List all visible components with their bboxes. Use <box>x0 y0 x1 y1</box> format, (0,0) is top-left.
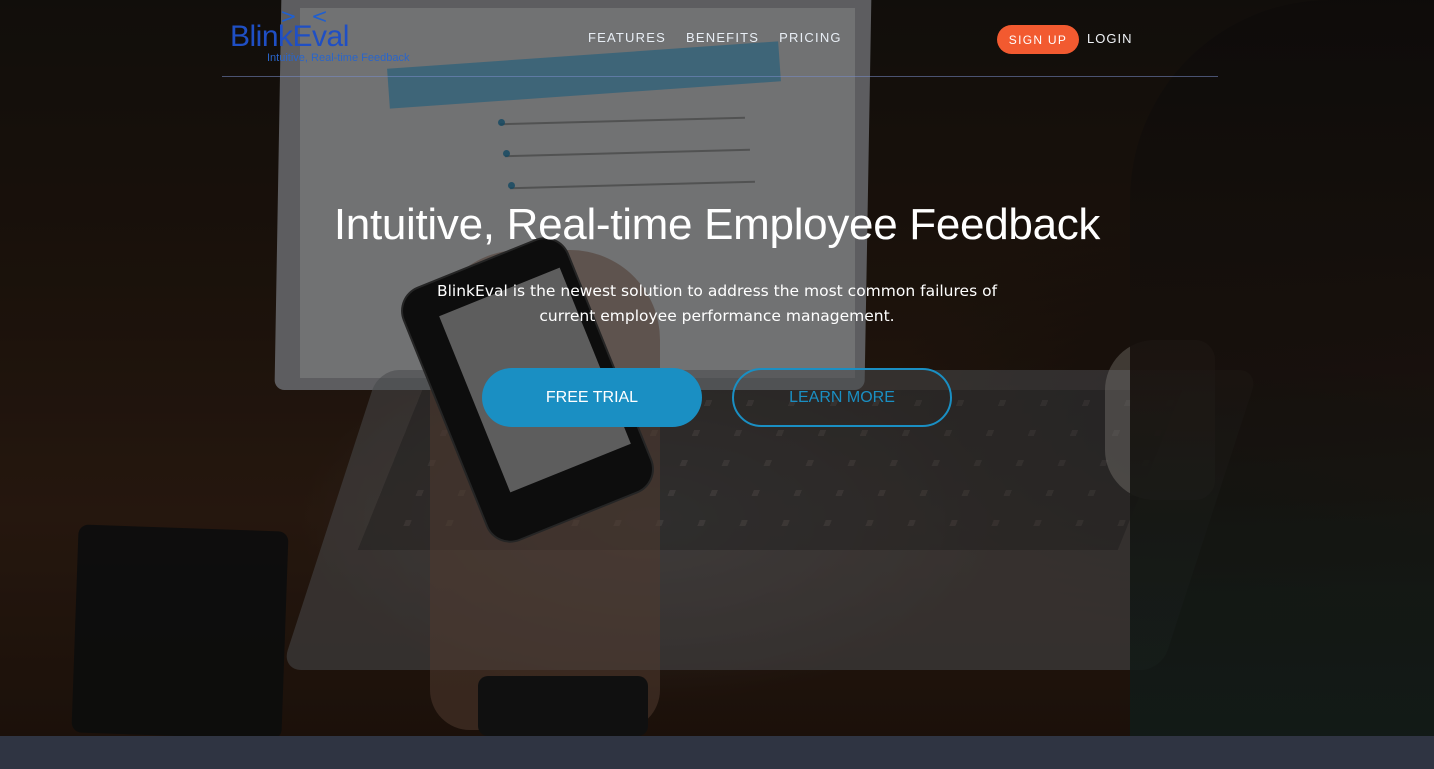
hero-background <box>0 0 1434 736</box>
hero-subheadline: BlinkEval is the newest solution to addr… <box>436 282 998 325</box>
sign-up-button[interactable]: SIGN UP <box>997 25 1079 54</box>
section-band <box>0 736 1434 769</box>
top-nav: > < BlinkEval Intuitive, Real-time Feedb… <box>0 0 1434 78</box>
logo-tagline: Intuitive, Real-time Feedback <box>267 52 410 64</box>
nav-link-benefits[interactable]: BENEFITS <box>686 30 759 45</box>
free-trial-button[interactable]: FREE TRIAL <box>482 368 702 427</box>
hero-overlay <box>0 0 1434 736</box>
hero-headline: Intuitive, Real-time Employee Feedback <box>333 200 1101 249</box>
learn-more-button[interactable]: LEARN MORE <box>732 368 952 427</box>
login-link[interactable]: LOGIN <box>1087 31 1132 46</box>
nav-divider <box>222 76 1218 77</box>
nav-link-features[interactable]: FEATURES <box>588 30 666 45</box>
brand-logo[interactable]: > < BlinkEval Intuitive, Real-time Feedb… <box>230 6 430 66</box>
nav-links: FEATURES BENEFITS PRICING <box>588 30 842 45</box>
logo-wordmark: BlinkEval <box>230 20 349 53</box>
nav-link-pricing[interactable]: PRICING <box>779 30 842 45</box>
